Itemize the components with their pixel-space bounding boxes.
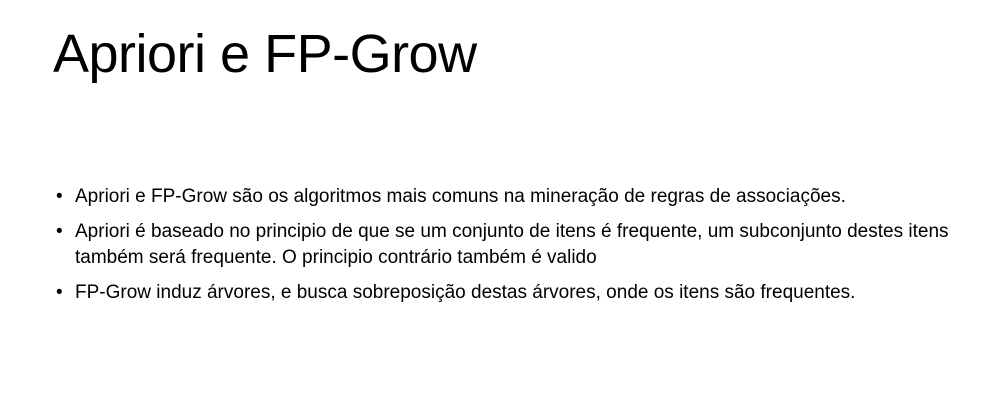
bullet-dot-icon: •	[56, 186, 63, 207]
bullet-text: Apriori e FP-Grow são os algoritmos mais…	[75, 186, 846, 207]
bullet-text: Apriori é baseado no principio de que se…	[75, 221, 949, 268]
bullet-item: • Apriori e FP-Grow são os algoritmos ma…	[56, 184, 976, 210]
bullet-item: • Apriori é baseado no principio de que …	[56, 219, 976, 271]
slide-title: Apriori e FP-Grow	[53, 24, 477, 84]
bullet-dot-icon: •	[56, 282, 63, 303]
bullet-list: • Apriori e FP-Grow são os algoritmos ma…	[56, 184, 976, 315]
bullet-text: FP-Grow induz árvores, e busca sobreposi…	[75, 282, 856, 303]
slide: Apriori e FP-Grow • Apriori e FP-Grow sã…	[0, 0, 997, 406]
bullet-item: • FP-Grow induz árvores, e busca sobrepo…	[56, 280, 976, 306]
bullet-dot-icon: •	[56, 221, 63, 242]
